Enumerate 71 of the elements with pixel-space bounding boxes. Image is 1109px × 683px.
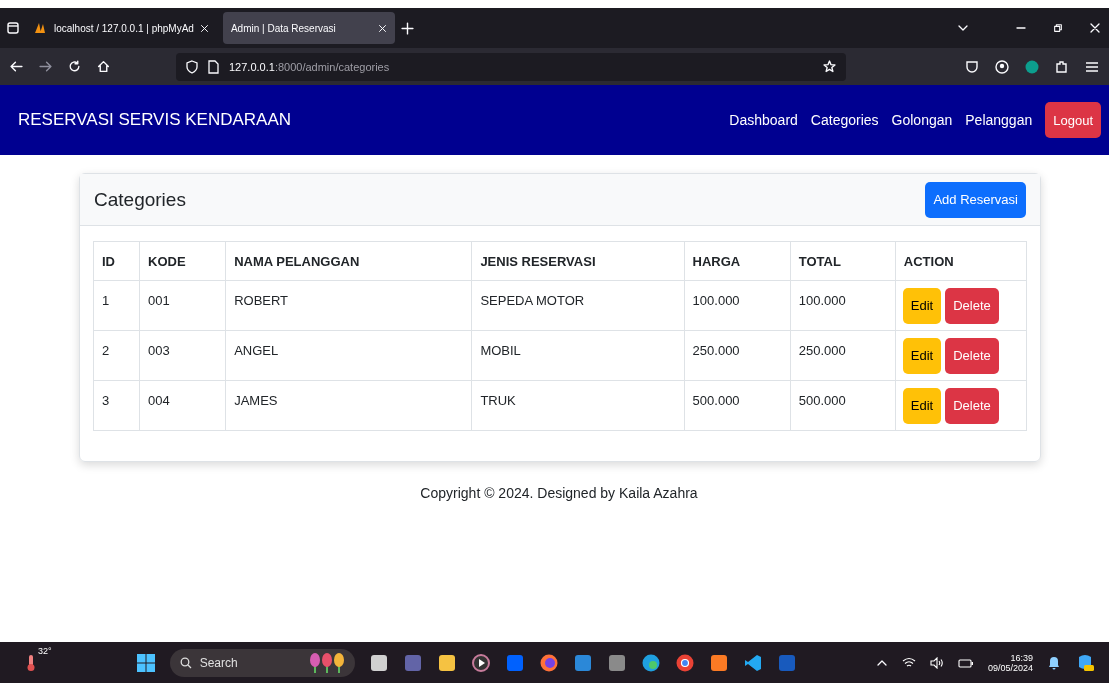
column-header: ID (93, 241, 140, 281)
table-cell: 2 (93, 330, 140, 381)
table-cell: 250.000 (790, 330, 896, 381)
table-cell: 500.000 (684, 380, 791, 431)
table-cell: 1 (93, 280, 140, 331)
sail-logo-icon (34, 22, 48, 34)
delete-button[interactable]: Delete (945, 287, 999, 324)
browser-tab[interactable]: localhost / 127.0.0.1 | phpMyAd (26, 12, 217, 44)
table-cell: TRUK (471, 380, 685, 431)
footer-text: Copyright © 2024. Designed by Kaila Azahra (420, 485, 698, 501)
table-cell: 001 (139, 280, 226, 331)
delete-button[interactable]: Delete (945, 337, 999, 374)
logout-button[interactable]: Logout (1045, 102, 1101, 138)
add-reservasi-button[interactable]: Add Reservasi (925, 181, 1026, 218)
table-cell: 100.000 (684, 280, 791, 331)
nav-link[interactable]: Dashboard (729, 112, 798, 128)
forward-icon[interactable] (39, 60, 52, 73)
table-cell: ANGEL (225, 330, 472, 381)
table-cell: 250.000 (684, 330, 791, 381)
column-header: TOTAL (790, 241, 896, 281)
account-icon[interactable] (995, 59, 1009, 74)
new-tab-icon[interactable] (400, 21, 414, 35)
tulips-icon (308, 651, 345, 674)
menu-icon[interactable] (1085, 60, 1099, 73)
column-header: KODE (139, 241, 226, 281)
home-icon[interactable] (97, 60, 110, 73)
search-icon (179, 656, 192, 669)
shield-icon (186, 59, 198, 74)
table-cell: 004 (139, 380, 226, 431)
table-cell: 3 (93, 380, 140, 431)
back-icon[interactable] (10, 60, 23, 73)
taskbar-search[interactable]: Search (169, 648, 355, 677)
edit-button[interactable]: Edit (902, 337, 942, 374)
column-header: NAMA PELANGGAN (225, 241, 472, 281)
page-icon (208, 59, 219, 74)
star-icon[interactable] (823, 60, 836, 73)
nav-link[interactable]: Golongan (891, 112, 953, 128)
play-icon[interactable] (470, 652, 491, 673)
table-cell: SEPEDA MOTOR (471, 280, 685, 331)
tab-list-icon[interactable] (6, 21, 20, 35)
column-header: ACTION (895, 241, 1027, 281)
browser-tab[interactable]: Admin | Data Reservasi (222, 12, 395, 44)
card-title: Categories (94, 188, 186, 211)
battery-icon[interactable] (957, 656, 974, 669)
nav-link[interactable]: Pelanggan (965, 112, 1033, 128)
table-cell: MOBIL (471, 330, 685, 381)
taskbar-clock[interactable]: 16:39 09/05/2024 (987, 652, 1033, 673)
close-icon[interactable] (199, 23, 209, 33)
wifi-icon[interactable] (901, 656, 916, 669)
edit-button[interactable]: Edit (902, 287, 942, 324)
nav-link[interactable]: Categories (810, 112, 879, 128)
table-cell: 003 (139, 330, 226, 381)
table-cell: 500.000 (790, 380, 896, 431)
table-cell: JAMES (225, 380, 472, 431)
thermometer-icon[interactable] (26, 653, 36, 672)
column-header: HARGA (684, 241, 791, 281)
address-bar[interactable]: 127.0.0.1:8000/admin/categories (176, 52, 846, 81)
close-icon[interactable] (377, 23, 387, 33)
column-header: JENIS RESERVASI (471, 241, 685, 281)
weather-temperature[interactable]: 32° (38, 646, 52, 656)
reload-icon[interactable] (68, 60, 81, 73)
table-cell: 100.000 (790, 280, 896, 331)
bell-icon[interactable] (1047, 654, 1061, 671)
windows-start-icon[interactable] (135, 652, 156, 673)
volume-icon[interactable] (929, 656, 944, 669)
edit-button[interactable]: Edit (902, 387, 942, 424)
site-title: RESERVASI SERVIS KENDARAAN (18, 110, 292, 130)
delete-button[interactable]: Delete (945, 387, 999, 424)
restore-icon[interactable] (1053, 23, 1063, 33)
table-cell: ROBERT (225, 280, 472, 331)
close-icon[interactable] (1089, 22, 1101, 34)
